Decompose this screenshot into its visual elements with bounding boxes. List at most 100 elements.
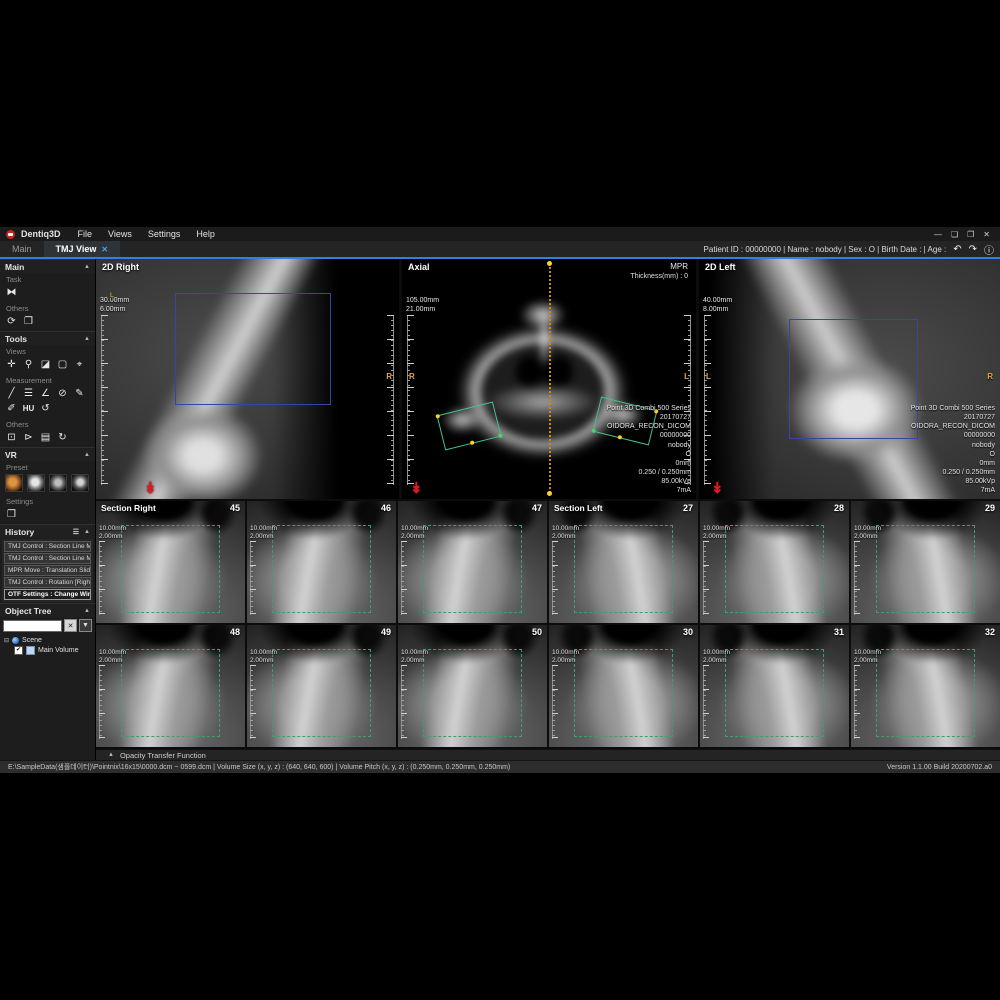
capture-camera-icon[interactable]: ⊡ [5, 431, 18, 444]
search-filter-icon[interactable]: ▼ [79, 619, 92, 632]
panel-layout-button[interactable]: ❏ [951, 230, 958, 239]
collapse-icon[interactable]: ▲ [84, 529, 90, 535]
vr-preset-1[interactable] [5, 474, 23, 492]
length-measure-icon[interactable]: ╱ [5, 387, 18, 400]
tab-close-icon[interactable]: ✕ [101, 245, 108, 254]
roi-rectangle[interactable] [789, 319, 917, 439]
redo-icon[interactable]: ↷ [969, 244, 977, 255]
freehand-measure-icon[interactable]: ✎ [73, 387, 86, 400]
minimize-button[interactable]: — [934, 230, 942, 239]
collapse-icon[interactable]: ▲ [84, 608, 90, 614]
main-others-icons: ⟳ ❐ [0, 313, 95, 331]
refresh-icon[interactable]: ⟳ [5, 315, 18, 328]
section-header-tools[interactable]: Tools ▲ [0, 331, 95, 345]
mpr-mode-label: MPR [670, 262, 688, 271]
memo-icon[interactable]: ✐ [5, 402, 18, 415]
tmj-task-icon[interactable]: ⧓ [5, 286, 18, 299]
menu-file[interactable]: File [71, 229, 100, 239]
section-thumb[interactable]: 50 10.00mm 2.00mm [398, 625, 547, 747]
section-header-vr[interactable]: VR ▲ [0, 447, 95, 461]
layout-change-icon[interactable]: ❐ [22, 315, 35, 328]
collapse-icon[interactable]: ▲ [84, 452, 90, 458]
vertical-ruler [387, 315, 394, 485]
tree-node-main-volume[interactable]: ✔ Main Volume [4, 645, 91, 655]
smart-zoom-icon[interactable]: ⌖ [73, 358, 86, 371]
menu-settings[interactable]: Settings [141, 229, 188, 239]
section-thumb[interactable]: 30 10.00mm 2.00mm [549, 625, 698, 747]
mpr-center-line[interactable] [549, 263, 551, 493]
tab-tmj-view[interactable]: TMJ View ✕ [44, 241, 121, 257]
section-group-label: Section Right [101, 503, 156, 513]
tree-node-scene[interactable]: ⊟ Scene [4, 635, 91, 645]
undo-icon[interactable]: ↶ [953, 244, 961, 255]
vertical-ruler [250, 541, 256, 615]
history-list-icon[interactable]: ☰ [73, 528, 79, 536]
search-clear-icon[interactable]: ✕ [64, 619, 77, 632]
vertical-ruler [407, 315, 414, 485]
vr-preset-3[interactable] [49, 474, 67, 492]
object-tree-search-input[interactable] [3, 620, 62, 632]
orientation-letter: L [706, 372, 711, 381]
section-thumb[interactable]: 46 10.00mm 2.00mm [247, 501, 396, 623]
line-handle-dot[interactable] [547, 261, 552, 266]
pan-icon[interactable]: ✛ [5, 358, 18, 371]
info-icon[interactable]: ⓘ [984, 242, 994, 257]
vr-cube-settings-icon[interactable]: ❒ [5, 508, 18, 521]
handle-dot[interactable] [436, 414, 441, 419]
history-item-selected[interactable]: OTF Settings : Change Windowing Range [4, 589, 91, 600]
otf-panel-bar[interactable]: ▲ Opacity Transfer Function [96, 749, 1000, 760]
section-thumb[interactable]: Section Left 27 10.00mm 2.00mm [549, 501, 698, 623]
zoom-icon[interactable]: ⚲ [22, 358, 35, 371]
section-header-history[interactable]: History ☰ ▲ [0, 524, 95, 538]
section-group-label: Section Left [554, 503, 603, 513]
angle-measure-icon[interactable]: ∠ [39, 387, 52, 400]
display-eye-icon[interactable]: ▢ [56, 358, 69, 371]
section-header-main[interactable]: Main ▲ [0, 259, 95, 273]
expand-icon[interactable]: ⊟ [4, 637, 9, 644]
collapse-icon[interactable]: ▲ [84, 264, 90, 270]
object-tree-search-row: ✕ ▼ [0, 617, 95, 634]
windowing-icon[interactable]: ◪ [39, 358, 52, 371]
red-pin-icon[interactable]: ↡ [144, 481, 157, 496]
red-pin-icon[interactable]: ↡ [410, 481, 423, 496]
tab-main[interactable]: Main [0, 241, 44, 257]
expand-up-icon[interactable]: ▲ [108, 752, 114, 758]
menu-help[interactable]: Help [189, 229, 222, 239]
section-roi [423, 525, 521, 613]
reset-view-icon[interactable]: ↻ [56, 431, 69, 444]
annotation-icon[interactable]: ▤ [39, 431, 52, 444]
viewport-axial[interactable]: Axial MPR Thickness(mm) : 0 105.00mm 21.… [402, 259, 696, 499]
visibility-checkbox[interactable]: ✔ [14, 646, 23, 655]
section-roi [876, 649, 974, 737]
section-thumb[interactable]: 29 10.00mm 2.00mm [851, 501, 1000, 623]
section-header-object-tree[interactable]: Object Tree ▲ [0, 603, 95, 617]
section-thumb[interactable]: 31 10.00mm 2.00mm [700, 625, 849, 747]
collapse-icon[interactable]: ▲ [84, 336, 90, 342]
vr-preset-4[interactable] [71, 474, 89, 492]
vertical-ruler [99, 665, 105, 739]
scale-readout: 40.00mm 8.00mm [703, 297, 732, 315]
history-item[interactable]: TMJ Control : Section Line Move [Right] [4, 553, 91, 564]
section-thumb[interactable]: 32 10.00mm 2.00mm [851, 625, 1000, 747]
history-item[interactable]: TMJ Control : Section Line Move [Left] [4, 541, 91, 552]
section-thumb[interactable]: Section Right 45 10.00mm 2.00mm [96, 501, 245, 623]
history-item[interactable]: MPR Move : Translation Slider [Axial] [4, 565, 91, 576]
parallel-measure-icon[interactable]: ☰ [22, 387, 35, 400]
history-item[interactable]: TMJ Control : Rotation [Right] [4, 577, 91, 588]
section-thumb[interactable]: 49 10.00mm 2.00mm [247, 625, 396, 747]
section-thumb[interactable]: 47 10.00mm 2.00mm [398, 501, 547, 623]
video-record-icon[interactable]: ⊳ [22, 431, 35, 444]
viewport-2d-left[interactable]: 2D Left 40.00mm 8.00mm L R ↡ Point 3D Co… [699, 259, 1000, 499]
viewport-2d-right[interactable]: 2D Right 30.00mm 6.00mm L R ↡ [96, 259, 399, 499]
close-button[interactable]: ✕ [983, 230, 990, 239]
section-thumb[interactable]: 48 10.00mm 2.00mm [96, 625, 245, 747]
tape-measure-icon[interactable]: ↺ [39, 402, 52, 415]
red-pin-icon[interactable]: ↡ [711, 481, 724, 496]
section-thumb[interactable]: 28 10.00mm 2.00mm [700, 501, 849, 623]
menu-views[interactable]: Views [101, 229, 139, 239]
circle-measure-icon[interactable]: ⊘ [56, 387, 69, 400]
restore-button[interactable]: ❐ [967, 230, 974, 239]
vr-preset-2[interactable] [27, 474, 45, 492]
roi-rectangle[interactable] [175, 293, 332, 405]
hu-measure-icon[interactable]: HU [22, 402, 35, 415]
